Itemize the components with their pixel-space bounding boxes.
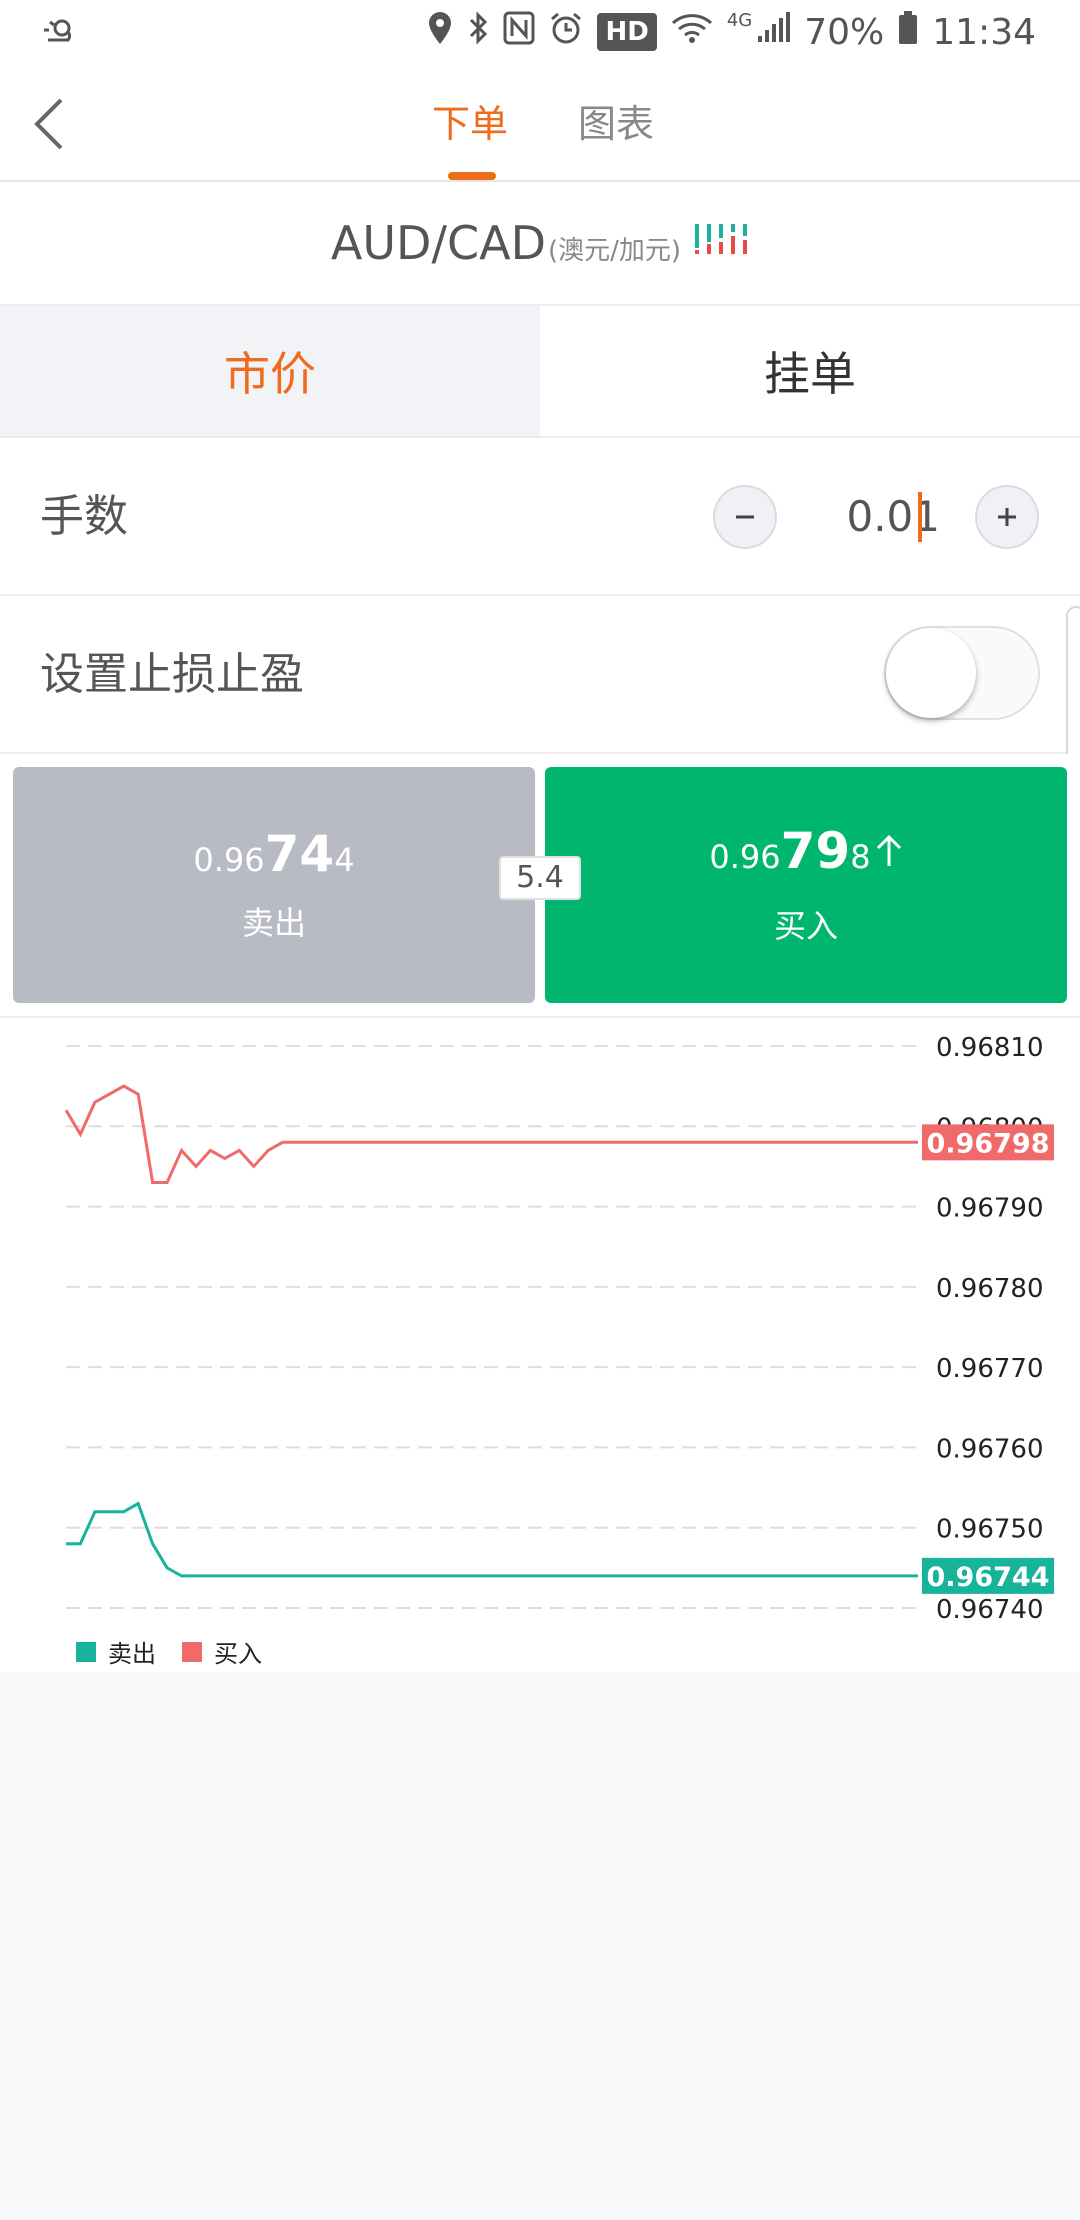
order-type-tabs: 市价 挂单 [0, 306, 1080, 438]
increase-lots-button[interactable] [975, 485, 1039, 549]
sell-button[interactable]: 0.96 74 4 卖出 [13, 767, 535, 1003]
chart-legend: 卖出 买入 [76, 1634, 288, 1669]
stoploss-takeprofit-row: 设置止损止盈 [0, 596, 1080, 754]
signal-icon [756, 11, 791, 53]
arrow-up-icon [875, 834, 903, 891]
tab-order[interactable]: 下单 [432, 94, 508, 154]
y-tick-label: 0.96790 [936, 1194, 1044, 1224]
plus-icon [998, 508, 1016, 526]
location-icon [427, 10, 453, 55]
tab-market-order[interactable]: 市价 [0, 306, 540, 436]
sell-price: 0.96 74 4 [193, 826, 354, 888]
y-tick-label: 0.96780 [936, 1274, 1044, 1304]
trade-buttons: 0.96 74 4 卖出 0.96 79 8 买入 5.4 [0, 754, 1080, 1016]
hd-badge: HD [597, 13, 657, 51]
battery-icon [898, 10, 918, 54]
sltp-toggle[interactable] [884, 626, 1040, 720]
legend-label: 买入 [214, 1640, 262, 1668]
sell-price-prefix: 0.96 [193, 841, 265, 879]
buy-button[interactable]: 0.96 79 8 买入 [545, 767, 1067, 1003]
legend-item-sell: 卖出 [76, 1634, 156, 1669]
symbol-name: (澳元/加元) [548, 235, 682, 266]
sell-label: 卖出 [241, 904, 306, 942]
symbol-header[interactable]: AUD/CAD (澳元/加元) [0, 182, 1080, 306]
toggle-knob [886, 628, 976, 718]
active-tab-indicator [448, 172, 496, 180]
y-tick-label: 0.96810 [936, 1033, 1044, 1063]
series-line-buy [64, 1084, 918, 1184]
sltp-label: 设置止损止盈 [40, 649, 304, 700]
legend-swatch [182, 1641, 202, 1662]
y-tick-label: 0.96740 [936, 1595, 1044, 1625]
sell-price-pips: 74 [264, 825, 335, 883]
lots-row: 手数 0.01 [0, 438, 1080, 596]
price-chart-svg: 0.968100.968000.967900.967800.967700.967… [64, 1033, 1054, 1625]
nfc-icon [503, 11, 535, 54]
bluetooth-icon [467, 10, 489, 55]
buy-label: 买入 [773, 907, 838, 945]
battery-percent: 70% [804, 11, 885, 53]
y-tick-label: 0.96750 [936, 1515, 1044, 1545]
price-chart[interactable]: 0.968100.968000.967900.967800.967700.967… [0, 1016, 1080, 1672]
network-type: 4G [726, 9, 753, 31]
spread-badge: 5.4 [499, 856, 581, 900]
sell-price-fraction: 4 [334, 841, 355, 879]
buy-price-pips: 79 [780, 822, 851, 880]
clock-time: 11:34 [932, 11, 1036, 53]
buy-price-prefix: 0.96 [709, 838, 781, 876]
weather-icon [40, 12, 80, 56]
symbol-code: AUD/CAD [330, 216, 546, 270]
alarm-icon [549, 11, 583, 54]
legend-item-buy: 买入 [182, 1634, 262, 1669]
status-bar: HD 4G 70% 11:34 [0, 0, 1080, 64]
series-line-sell [66, 1501, 918, 1578]
top-nav-header: 下单 图表 [0, 64, 1080, 182]
text-cursor [918, 492, 922, 542]
chevron-left-icon [34, 98, 63, 150]
lots-label: 手数 [40, 491, 128, 542]
tab-chart[interactable]: 图表 [578, 94, 654, 154]
empty-area [0, 1672, 1080, 2220]
y-tick-label: 0.96770 [936, 1354, 1044, 1384]
minus-icon [736, 515, 754, 519]
buy-price-fraction: 8 [850, 838, 871, 876]
legend-swatch [76, 1641, 96, 1662]
last-price-label: 0.96744 [927, 1562, 1050, 1593]
legend-label: 卖出 [108, 1640, 156, 1668]
buy-price: 0.96 79 8 [709, 823, 902, 891]
decrease-lots-button[interactable] [713, 485, 777, 549]
y-tick-label: 0.96760 [936, 1434, 1044, 1464]
quote-activity-icon [693, 220, 749, 260]
last-price-label: 0.96798 [927, 1128, 1050, 1159]
tab-pending-order[interactable]: 挂单 [540, 306, 1080, 436]
wifi-icon [671, 11, 713, 54]
back-button[interactable] [14, 84, 84, 164]
